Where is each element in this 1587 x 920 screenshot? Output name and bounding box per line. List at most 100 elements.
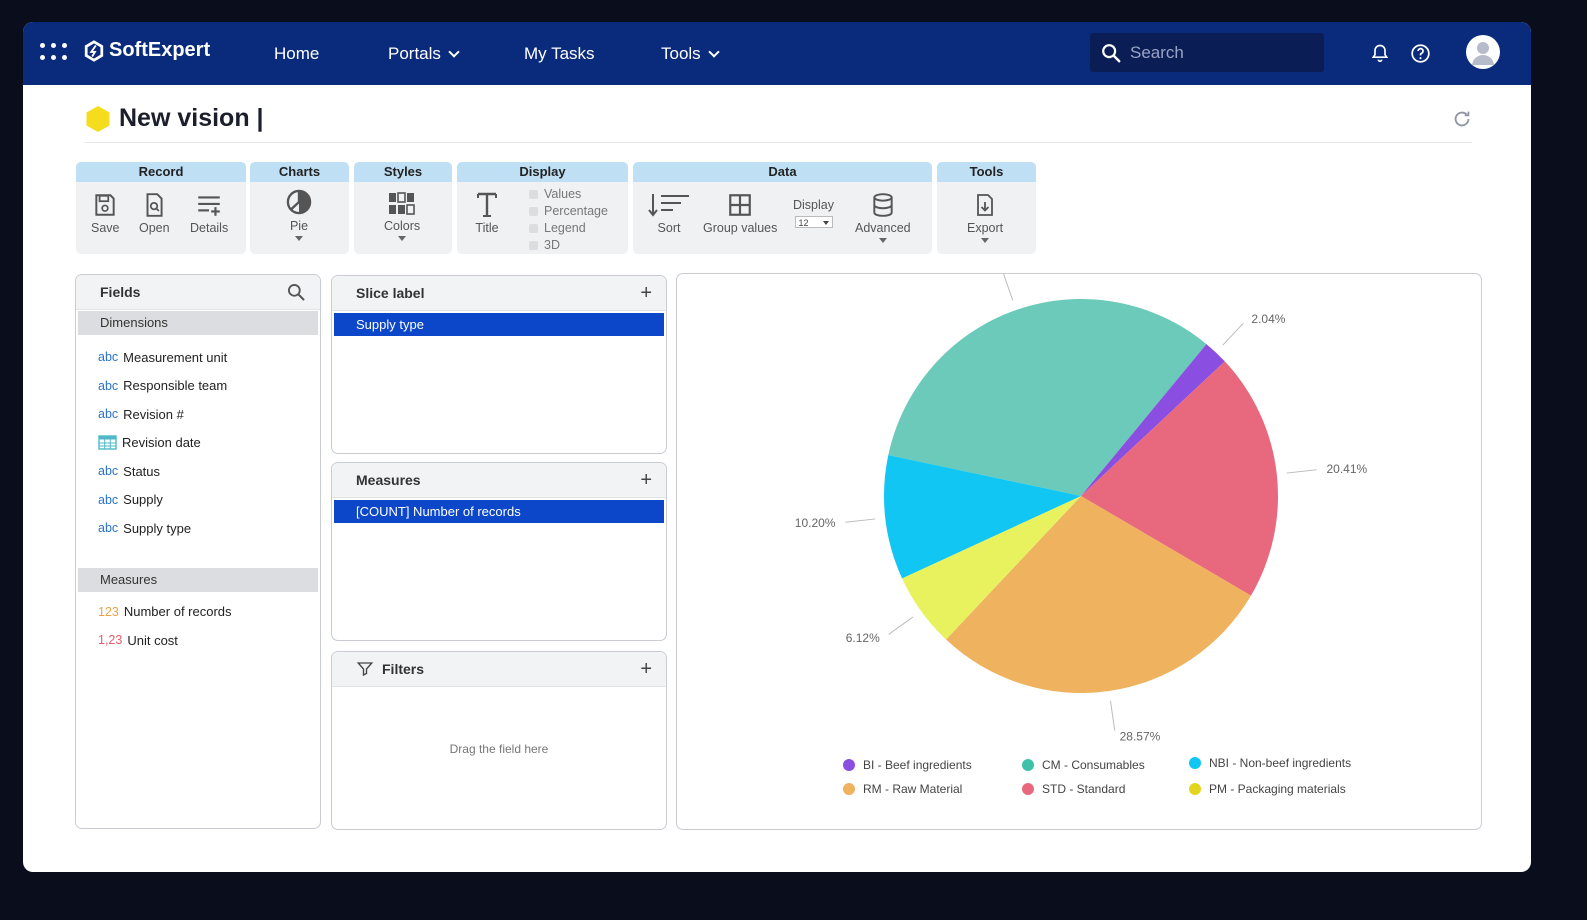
- toolbar-group-display: Display Title Values Percentage Legend 3…: [457, 162, 628, 254]
- group-grid-icon: [729, 194, 752, 216]
- measure-chip[interactable]: [COUNT] Number of records: [334, 500, 664, 523]
- dropdown-caret-icon: [981, 238, 990, 243]
- softexpert-logo-icon: [84, 39, 104, 62]
- legend-label: RM - Raw Material: [863, 782, 963, 796]
- field-item[interactable]: 123 Number of records: [76, 598, 320, 627]
- pie-chart[interactable]: 32.65%2.04%20.41%28.57%6.12%10.20%: [677, 274, 1481, 829]
- field-item[interactable]: 1,23 Unit cost: [76, 626, 320, 655]
- field-item[interactable]: abc Revision #: [76, 400, 320, 429]
- app-window: SoftExpert Home Portals My Tasks Tools S…: [23, 22, 1531, 872]
- refresh-icon[interactable]: [1451, 108, 1473, 130]
- save-button[interactable]: Save: [91, 192, 120, 235]
- nav-tools-label: Tools: [661, 44, 701, 63]
- toolbar-group-title: Data: [633, 162, 932, 182]
- filters-panel: Filters + Drag the field here: [331, 651, 667, 830]
- apps-grid-icon[interactable]: [40, 43, 67, 63]
- add-icon[interactable]: +: [640, 283, 652, 303]
- slice-percent-label: 6.12%: [846, 631, 880, 645]
- details-button[interactable]: Details: [190, 192, 228, 235]
- legend-item[interactable]: NBI - Non-beef ingredients: [1189, 756, 1351, 770]
- field-item[interactable]: abc Measurement unit: [76, 343, 320, 372]
- top-navigation-bar: SoftExpert Home Portals My Tasks Tools: [23, 22, 1531, 85]
- legend-item[interactable]: STD - Standard: [1022, 782, 1125, 796]
- percentage-label: Percentage: [544, 204, 608, 218]
- toolbar-group-data: Data Sort Group values Display 12 Advanc…: [633, 162, 932, 254]
- colors-button[interactable]: Colors: [384, 192, 420, 241]
- field-item[interactable]: abc Supply: [76, 486, 320, 515]
- field-label: Supply type: [123, 520, 192, 536]
- legend-label: CM - Consumables: [1042, 758, 1145, 772]
- hexagon-status-icon: [86, 105, 110, 132]
- field-label: Status: [123, 463, 161, 479]
- dropdown-caret-icon: [398, 236, 407, 241]
- filters-panel-header: Filters +: [332, 652, 666, 687]
- text-type-icon: abc: [98, 407, 119, 422]
- colors-label: Colors: [384, 219, 421, 233]
- help-icon[interactable]: [1410, 43, 1431, 64]
- nav-home[interactable]: Home: [274, 44, 319, 64]
- 3d-label: 3D: [544, 238, 560, 252]
- toolbar-group-styles: Styles Colors: [354, 162, 452, 254]
- measures-panel-title: Measures: [356, 472, 421, 488]
- fields-panel-title: Fields: [100, 284, 141, 300]
- nav-my-tasks-label: My Tasks: [524, 44, 595, 63]
- slice-label-panel: Slice label + Supply type: [331, 275, 667, 454]
- sort-icon: [648, 194, 689, 217]
- search-icon[interactable]: [286, 282, 306, 302]
- add-icon[interactable]: +: [640, 659, 652, 679]
- values-label: Values: [544, 187, 582, 201]
- nav-portals[interactable]: Portals: [388, 44, 460, 64]
- advanced-label: Advanced: [855, 221, 911, 235]
- field-item[interactable]: abc Supply type: [76, 514, 320, 543]
- search-input[interactable]: [1128, 41, 1312, 64]
- legend-item[interactable]: BI - Beef ingredients: [843, 758, 972, 772]
- checkbox-box: [529, 240, 538, 250]
- pie-label: Pie: [289, 219, 309, 233]
- global-search[interactable]: [1090, 33, 1324, 72]
- legend-label: NBI - Non-beef ingredients: [1209, 756, 1352, 770]
- open-button[interactable]: Open: [139, 192, 170, 235]
- calendar-icon: [98, 435, 117, 450]
- group-values-label: Group values: [703, 221, 778, 235]
- 3d-checkbox[interactable]: 3D: [529, 238, 560, 252]
- field-label: Revision #: [123, 406, 184, 422]
- toolbar-group-title: Record: [76, 162, 246, 182]
- advanced-button[interactable]: Advanced: [855, 192, 911, 243]
- legend-label: STD - Standard: [1042, 782, 1126, 796]
- user-avatar-icon[interactable]: [1466, 35, 1500, 69]
- toolbar-group-charts: Charts Pie: [250, 162, 349, 254]
- legend-item[interactable]: PM - Packaging materials: [1189, 782, 1346, 796]
- pie-chart-button[interactable]: Pie: [285, 188, 313, 241]
- legend-swatch: [1022, 759, 1034, 771]
- field-item[interactable]: abc Status: [76, 457, 320, 486]
- text-type-icon: abc: [98, 378, 119, 393]
- nav-tools[interactable]: Tools: [661, 44, 720, 64]
- display-count-control: Display 12: [793, 198, 834, 228]
- title-button[interactable]: Title: [475, 190, 499, 235]
- slice-label-chip[interactable]: Supply type: [334, 313, 664, 336]
- legend-checkbox[interactable]: Legend: [529, 221, 586, 235]
- user-silhouette-icon: [1472, 42, 1494, 65]
- toolbar-group-title: Display: [457, 162, 628, 182]
- export-button[interactable]: Export: [967, 192, 1003, 243]
- numeric-type-icon: 123: [98, 604, 119, 619]
- display-count-select[interactable]: 12: [794, 216, 833, 228]
- field-item[interactable]: abc Responsible team: [76, 372, 320, 401]
- add-icon[interactable]: +: [640, 470, 652, 490]
- values-checkbox[interactable]: Values: [529, 187, 581, 201]
- legend-item[interactable]: RM - Raw Material: [843, 782, 962, 796]
- percentage-checkbox[interactable]: Percentage: [529, 204, 608, 218]
- group-values-button[interactable]: Group values: [703, 192, 777, 235]
- bell-icon[interactable]: [1370, 43, 1390, 63]
- open-label: Open: [139, 221, 170, 235]
- nav-my-tasks[interactable]: My Tasks: [524, 44, 595, 64]
- drop-zone-hint: Drag the field here: [449, 742, 549, 756]
- fields-panel: Fields Dimensions abc Measurement unit ab…: [75, 274, 321, 829]
- page-title[interactable]: New vision |: [119, 104, 264, 133]
- sort-button[interactable]: Sort: [647, 192, 691, 235]
- field-item[interactable]: Revision date: [76, 429, 320, 458]
- brand-logo[interactable]: SoftExpert: [83, 39, 210, 62]
- title-divider: [85, 142, 1472, 143]
- slice-leader-line: [1109, 700, 1116, 731]
- legend-item[interactable]: CM - Consumables: [1022, 758, 1145, 772]
